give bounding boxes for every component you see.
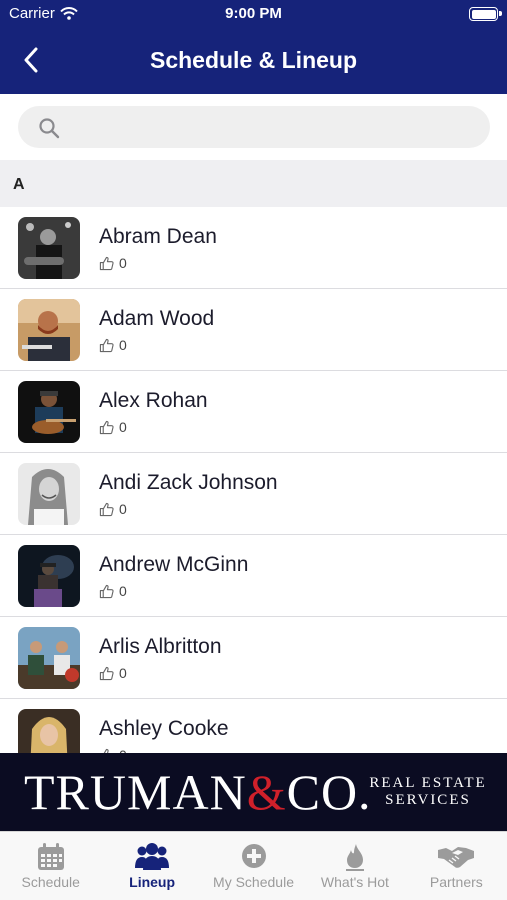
- thumbs-up-icon: [99, 666, 114, 680]
- artist-row[interactable]: Andrew McGinn 0: [0, 535, 507, 617]
- like-count[interactable]: 0: [99, 501, 127, 517]
- thumbs-up-icon: [99, 584, 114, 598]
- tab-partners[interactable]: Partners: [406, 832, 507, 900]
- tab-label: My Schedule: [213, 874, 294, 890]
- tab-schedule[interactable]: Schedule: [0, 832, 101, 900]
- artist-name: Abram Dean: [99, 225, 217, 248]
- artist-photo: [18, 709, 80, 753]
- section-header: A: [0, 160, 507, 207]
- like-count[interactable]: 0: [99, 255, 127, 271]
- battery-icon: [469, 7, 502, 21]
- tab-whats-hot[interactable]: What's Hot: [304, 832, 405, 900]
- tab-lineup[interactable]: Lineup: [101, 832, 202, 900]
- like-count[interactable]: 0: [99, 419, 127, 435]
- like-count-value: 0: [119, 337, 127, 353]
- artist-name: Andi Zack Johnson: [99, 471, 278, 494]
- tagline-line-1: REAL ESTATE: [369, 775, 487, 791]
- artist-row[interactable]: Andi Zack Johnson 0: [0, 453, 507, 535]
- search-input[interactable]: [70, 112, 470, 142]
- status-bar: Carrier 9:00 PM: [0, 0, 507, 28]
- like-count-value: 0: [119, 583, 127, 599]
- tab-label: Partners: [429, 874, 483, 890]
- section-letter: A: [13, 176, 25, 193]
- handshake-icon: [438, 847, 475, 868]
- artist-name: Adam Wood: [99, 307, 215, 330]
- tab-label: What's Hot: [320, 874, 389, 890]
- like-count[interactable]: 0: [99, 337, 127, 353]
- group-icon: [135, 843, 170, 870]
- thumbs-up-icon: [99, 256, 114, 270]
- artist-row[interactable]: Arlis Albritton 0: [0, 617, 507, 699]
- like-count-value: 0: [119, 665, 127, 681]
- artist-name: Arlis Albritton: [99, 635, 222, 658]
- like-count[interactable]: 0: [99, 665, 127, 681]
- tab-bar: Schedule Lineup My Schedule What's Hot P…: [0, 831, 507, 900]
- tab-my-schedule[interactable]: My Schedule: [203, 832, 304, 900]
- thumbs-up-icon: [99, 338, 114, 352]
- search-icon: [39, 118, 60, 139]
- navigation-bar: Carrier 9:00 PM Schedule & Lineup: [0, 0, 507, 94]
- search-bar[interactable]: [18, 106, 490, 148]
- artist-row[interactable]: Alex Rohan 0: [0, 371, 507, 453]
- search-area: [0, 94, 507, 160]
- like-count[interactable]: 0: [99, 583, 127, 599]
- artist-photo: [18, 627, 80, 689]
- brand-name-left: TRUMAN: [24, 764, 247, 820]
- artist-photo: [18, 545, 80, 607]
- artist-name: Ashley Cooke: [99, 717, 229, 740]
- artist-photo: [18, 299, 80, 361]
- artist-list[interactable]: Abram Dean 0 Adam Wood 0 Alex Rohan 0 An…: [0, 207, 507, 753]
- like-count-value: 0: [119, 501, 127, 517]
- thumbs-up-icon: [99, 502, 114, 516]
- artist-photo: [18, 217, 80, 279]
- brand-name-right: CO.: [286, 764, 372, 820]
- artist-name: Andrew McGinn: [99, 553, 249, 576]
- artist-name: Alex Rohan: [99, 389, 208, 412]
- thumbs-up-icon: [99, 420, 114, 434]
- brand-ampersand: &: [246, 764, 287, 820]
- sponsor-banner[interactable]: TRUMAN&CO. REAL ESTATE SERVICES: [0, 753, 507, 831]
- tab-label: Lineup: [129, 874, 176, 890]
- tagline-line-2: SERVICES: [385, 792, 471, 808]
- like-count-value: 0: [119, 255, 127, 271]
- flame-icon: [345, 844, 364, 871]
- artist-row[interactable]: Ashley Cooke 0: [0, 699, 507, 753]
- sponsor-logo: TRUMAN&CO.: [24, 765, 372, 819]
- tab-label: Schedule: [21, 874, 80, 890]
- sponsor-tagline: REAL ESTATE SERVICES: [368, 775, 488, 809]
- like-count-value: 0: [119, 419, 127, 435]
- calendar-icon: [37, 843, 64, 870]
- page-title: Schedule & Lineup: [149, 47, 358, 73]
- artist-row[interactable]: Abram Dean 0: [0, 207, 507, 289]
- artist-row[interactable]: Adam Wood 0: [0, 289, 507, 371]
- artist-photo: [18, 463, 80, 525]
- plus-circle-icon: [241, 844, 266, 868]
- artist-photo: [18, 381, 80, 443]
- status-time: 9:00 PM: [225, 5, 282, 22]
